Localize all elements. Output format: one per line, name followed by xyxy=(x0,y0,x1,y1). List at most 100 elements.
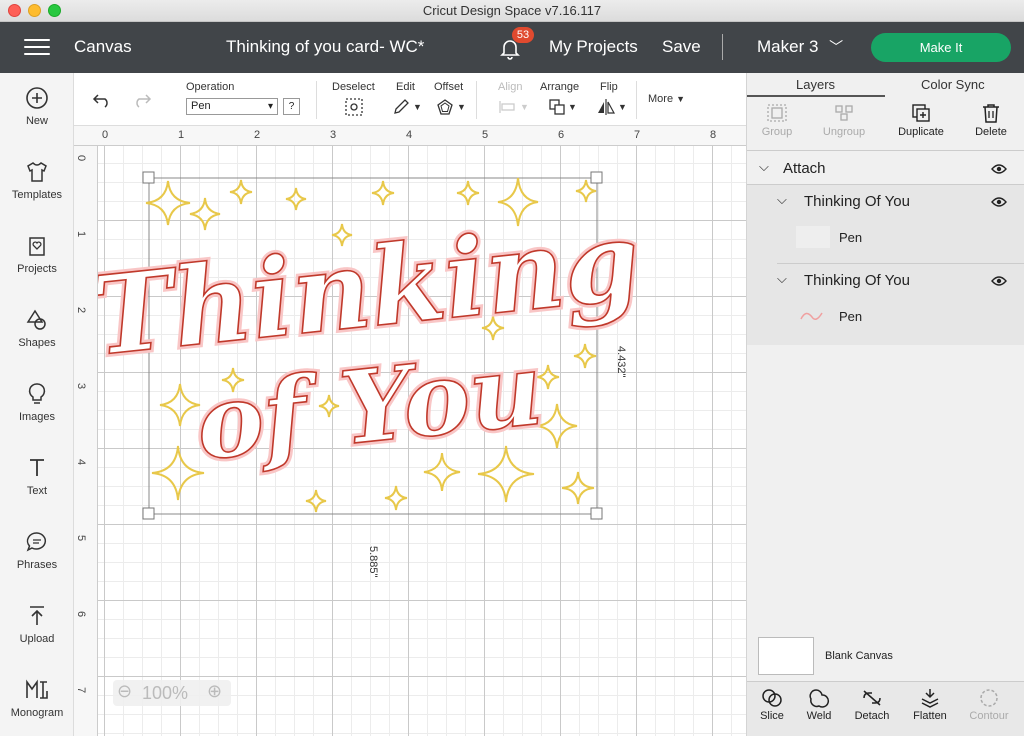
canvas-label: Canvas xyxy=(74,37,132,56)
sidebar-item-text[interactable]: Text xyxy=(0,455,74,515)
make-it-button[interactable]: Make It xyxy=(871,33,1011,62)
zoom-out-icon[interactable]: ⊖ xyxy=(117,681,132,702)
ruler-tick: 0 xyxy=(75,154,88,162)
zoom-in-icon[interactable]: ⊕ xyxy=(207,681,222,702)
ruler-tick: 1 xyxy=(75,230,88,238)
sidebar-item-label: Templates xyxy=(11,189,63,201)
sidebar-item-images[interactable]: Images xyxy=(0,381,74,441)
duplicate-button[interactable]: Duplicate xyxy=(886,99,956,138)
more-label: More xyxy=(648,93,674,105)
eye-icon[interactable] xyxy=(991,196,1007,208)
weld-button[interactable]: Weld xyxy=(791,682,847,722)
tab-layers[interactable]: Layers xyxy=(796,77,835,92)
chevron-down-icon[interactable]: ⌵ xyxy=(777,271,787,287)
flatten-button[interactable]: Flatten xyxy=(902,682,958,722)
delete-label: Delete xyxy=(975,126,1007,138)
zoom-control: ⊖ 100% ⊕ xyxy=(113,680,231,706)
project-title[interactable]: Thinking of you card- WC* xyxy=(226,37,424,57)
operation-help-button[interactable]: ? xyxy=(283,98,300,115)
contour-icon xyxy=(980,689,998,707)
pencil-icon[interactable] xyxy=(392,98,410,116)
ruler-tick: 7 xyxy=(634,129,641,141)
ungroup-button[interactable]: Ungroup xyxy=(809,99,879,138)
ruler-tick: 8 xyxy=(710,129,717,141)
sidebar-item-label: Projects xyxy=(17,263,57,275)
arrange-icon[interactable] xyxy=(548,98,566,116)
design-artwork[interactable]: Thinking Thinking of You of You 4.432" 5… xyxy=(98,146,746,736)
contour-button[interactable]: Contour xyxy=(961,682,1017,722)
toolbar-divider xyxy=(636,81,637,119)
operation-select[interactable]: Pen xyxy=(186,98,278,115)
eye-icon[interactable] xyxy=(991,163,1007,175)
group-button[interactable]: Group xyxy=(742,99,812,138)
edit-label: Edit xyxy=(396,81,415,93)
zoom-level: 100% xyxy=(142,683,189,703)
layer-operation: Pen xyxy=(839,309,863,324)
ruler-tick: 0 xyxy=(102,129,109,141)
sidebar-item-upload[interactable]: Upload xyxy=(0,603,74,663)
redo-icon[interactable] xyxy=(132,92,152,108)
sidebar-item-label: Phrases xyxy=(16,559,58,571)
duplicate-icon xyxy=(912,104,930,122)
more-button[interactable]: More ▼ xyxy=(648,93,685,105)
resize-handle[interactable] xyxy=(142,507,155,520)
upload-icon xyxy=(30,606,44,625)
height-dimension-label: 4.432" xyxy=(615,346,627,378)
sidebar-item-phrases[interactable]: Phrases xyxy=(0,529,74,589)
sidebar-item-monogram[interactable]: Monogram xyxy=(0,677,74,736)
ungroup-label: Ungroup xyxy=(822,126,866,138)
delete-button[interactable]: Delete xyxy=(956,99,1024,138)
save-button[interactable]: Save xyxy=(662,37,701,57)
monogram-icon xyxy=(26,679,48,699)
sidebar-item-templates[interactable]: Templates xyxy=(0,159,74,219)
deselect-icon[interactable] xyxy=(344,97,364,117)
layer-tools: Group Ungroup Duplicate Delete xyxy=(747,99,1024,151)
machine-selector[interactable]: Maker 3 ﹀ xyxy=(757,37,843,57)
bottom-tools: Slice Weld Detach Flatten Contour xyxy=(747,681,1024,736)
hamburger-menu-icon[interactable] xyxy=(24,39,50,57)
offset-icon[interactable] xyxy=(436,98,454,116)
resize-handle[interactable] xyxy=(142,171,155,184)
sidebar-item-projects[interactable]: Projects xyxy=(0,233,74,293)
sidebar-item-shapes[interactable]: Shapes xyxy=(0,307,74,367)
chevron-down-icon: ▼ xyxy=(676,94,686,104)
chevron-down-icon[interactable]: ⌵ xyxy=(759,159,769,175)
window-titlebar: Cricut Design Space v7.16.117 xyxy=(0,0,1024,22)
chevron-down-icon[interactable]: ⌵ xyxy=(777,192,787,208)
my-projects-link[interactable]: My Projects xyxy=(549,37,638,57)
align-icon[interactable] xyxy=(498,100,518,114)
layer-name: Thinking Of You xyxy=(804,272,910,289)
ruler-tick: 2 xyxy=(254,129,261,141)
tab-color-sync[interactable]: Color Sync xyxy=(921,77,985,92)
toolbar-divider xyxy=(476,81,477,119)
resize-handle[interactable] xyxy=(590,507,603,520)
eye-icon[interactable] xyxy=(991,275,1007,287)
layer-sublayer[interactable]: Pen xyxy=(747,302,1024,332)
flatten-label: Flatten xyxy=(913,710,947,722)
undo-icon[interactable] xyxy=(92,92,112,108)
layer-thumbnail xyxy=(796,226,830,248)
design-canvas[interactable]: Thinking Thinking of You of You 4.432" 5… xyxy=(98,146,746,736)
sidebar-item-label: New xyxy=(25,115,48,127)
layers-panel: Layers Color Sync Group Ungroup Duplicat… xyxy=(746,73,1024,736)
ruler-tick: 6 xyxy=(75,610,88,618)
ruler-tick: 3 xyxy=(330,129,337,141)
lightbulb-icon xyxy=(28,383,46,404)
detach-label: Detach xyxy=(854,710,890,722)
resize-handle[interactable] xyxy=(590,171,603,184)
flip-icon[interactable] xyxy=(596,98,616,116)
panel-tabs: Layers Color Sync xyxy=(747,73,1024,97)
sidebar-item-new[interactable]: New xyxy=(0,85,74,145)
blank-canvas-swatch[interactable] xyxy=(758,637,814,675)
edit-toolbar: Operation Pen ? Deselect Edit ▼ Offset ▼… xyxy=(74,73,746,126)
ruler-tick: 7 xyxy=(75,686,88,694)
sidebar-item-label: Monogram xyxy=(10,707,64,719)
detach-button[interactable]: Detach xyxy=(844,682,900,722)
layer-sublayer[interactable]: Pen xyxy=(747,223,1024,253)
chevron-down-icon: ﹀ xyxy=(829,39,844,55)
chevron-down-icon: ▼ xyxy=(413,102,422,112)
machine-label: Maker 3 xyxy=(757,37,819,56)
active-tab-indicator xyxy=(747,95,885,97)
layer-thumbnail xyxy=(796,305,830,327)
flip-label: Flip xyxy=(600,81,618,93)
